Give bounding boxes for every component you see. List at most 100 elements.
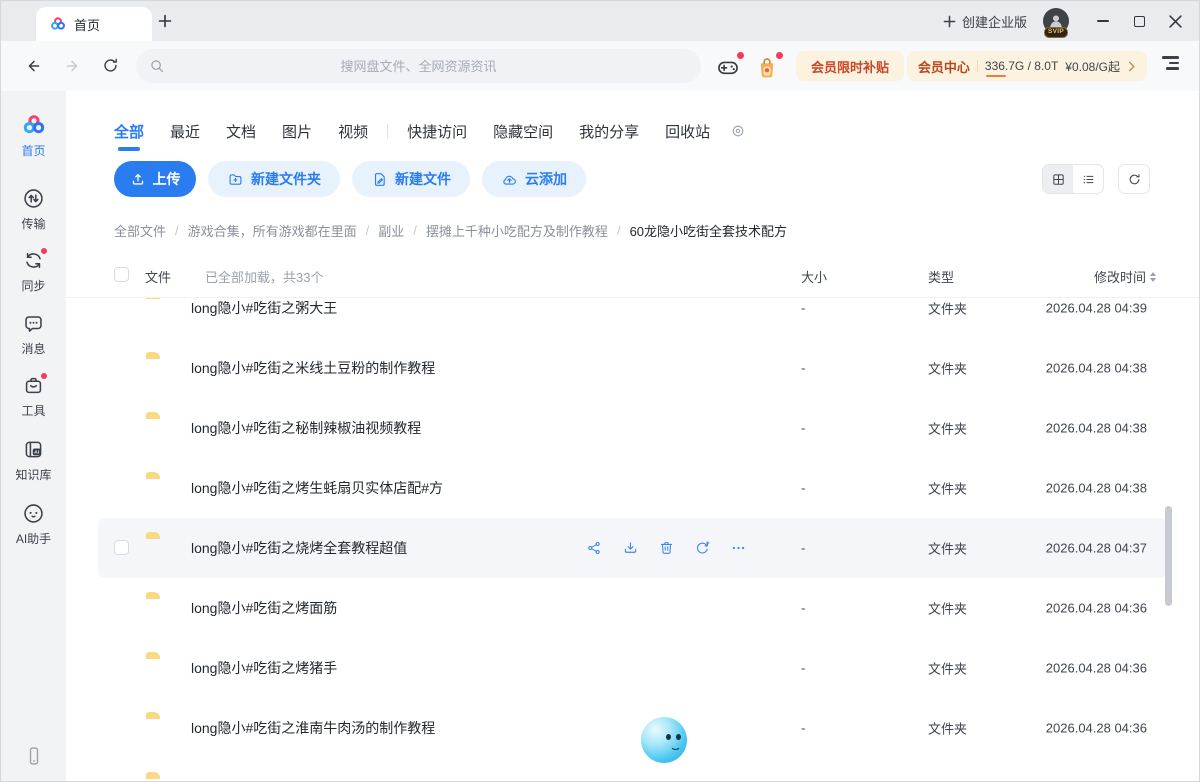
sidebar-item-label: 工具 xyxy=(21,402,45,419)
knowledge-base-icon: AI xyxy=(22,438,45,461)
download-icon[interactable] xyxy=(622,540,639,557)
more-icon[interactable] xyxy=(730,540,747,557)
gift-bag-icon[interactable] xyxy=(754,54,780,80)
file-type: 文件夹 xyxy=(928,299,967,318)
menu-icon[interactable] xyxy=(1162,56,1179,70)
cloud-add-icon xyxy=(501,171,518,188)
breadcrumb-item[interactable]: 60龙隐小吃街全套技术配方 xyxy=(630,221,787,240)
reload-icon[interactable] xyxy=(101,56,120,75)
category-tab[interactable]: 回收站 xyxy=(665,121,710,142)
main-content: 全部 最近 文档 图片 视频 快捷访问 隐藏空间 我的分享 回收站 上传 xyxy=(66,91,1199,781)
select-all-checkbox[interactable] xyxy=(114,267,129,282)
tab-home[interactable]: 首页 xyxy=(36,7,152,41)
upload-button[interactable]: 上传 xyxy=(114,161,196,197)
new-folder-button[interactable]: 新建文件夹 xyxy=(208,161,340,197)
category-tab[interactable]: 最近 xyxy=(170,121,200,142)
ai-mascot-button[interactable] xyxy=(599,707,729,782)
sidebar: 首页 传输 同步 xyxy=(1,91,66,781)
category-tab[interactable]: 全部 xyxy=(114,121,144,142)
file-modified: 2026.04.28 04:38 xyxy=(1046,421,1147,436)
sidebar-item-label: 消息 xyxy=(21,340,45,357)
breadcrumb-item[interactable]: 摆摊上千种小吃配方及制作教程 xyxy=(426,221,608,240)
resave-icon[interactable] xyxy=(694,540,711,557)
file-name[interactable]: long隐小#吃街之米线土豆粉的制作教程 xyxy=(191,358,435,378)
search-bar[interactable] xyxy=(136,49,701,83)
app-logo-icon xyxy=(50,16,66,32)
column-file[interactable]: 文件 xyxy=(145,267,171,286)
category-tab[interactable]: 图片 xyxy=(282,121,312,142)
action-buttons: 上传 新建文件夹 新建文件 xyxy=(114,161,586,197)
file-name[interactable]: long隐小#吃街之烤面筋 xyxy=(191,598,337,618)
upload-label: 上传 xyxy=(153,169,181,189)
grid-view-button[interactable] xyxy=(1043,165,1073,193)
avatar[interactable]: SVIP xyxy=(1043,8,1069,34)
new-tab-button[interactable] xyxy=(156,12,174,30)
file-name[interactable]: long隐小#吃街之粥大王 xyxy=(191,298,337,318)
forward-icon[interactable] xyxy=(62,56,82,76)
minimize-button[interactable] xyxy=(1085,1,1121,41)
file-type: 文件夹 xyxy=(928,599,967,618)
sidebar-item-ai-assistant[interactable]: AI助手 xyxy=(1,502,66,547)
maximize-button[interactable] xyxy=(1121,1,1157,41)
column-type[interactable]: 类型 xyxy=(928,267,954,286)
column-modified[interactable]: 修改时间 xyxy=(1094,267,1156,286)
titlebar: 首页 创建企业版 SVIP xyxy=(1,1,1199,41)
browser-bar: 会员限时补贴 会员中心 336.7G / 8.0T ¥0.08/G起 xyxy=(1,41,1199,91)
sidebar-item-knowledge-base[interactable]: AI 知识库 xyxy=(1,438,66,483)
new-file-icon xyxy=(371,171,388,188)
file-name[interactable]: long隐小#吃街之淮南牛肉汤的制作教程 xyxy=(191,718,435,738)
file-name[interactable]: long隐小#吃街之烤猪手 xyxy=(191,658,337,678)
table-row[interactable]: long隐小#吃街之烤面筋 xyxy=(66,578,1199,638)
create-enterprise-button[interactable]: 创建企业版 xyxy=(943,12,1027,31)
table-row[interactable]: long隐小#吃街之烤生蚝扇贝实体店配#方 xyxy=(66,458,1199,518)
tab-settings-icon[interactable] xyxy=(730,123,746,139)
category-tab[interactable]: 视频 xyxy=(338,121,368,142)
sidebar-item-home[interactable]: 首页 xyxy=(1,113,66,159)
new-file-button[interactable]: 新建文件 xyxy=(352,161,470,197)
sidebar-item-transfer[interactable]: 传输 xyxy=(1,187,66,232)
file-name[interactable]: long隐小#吃街之烤生蚝扇贝实体店配#方 xyxy=(191,478,443,498)
tab-divider xyxy=(387,124,388,139)
category-tab[interactable]: 隐藏空间 xyxy=(493,121,553,142)
search-input[interactable] xyxy=(136,49,701,83)
file-name[interactable]: long隐小#吃街之秘制辣椒油视频教程 xyxy=(191,418,421,438)
ai-assistant-icon xyxy=(22,502,45,525)
table-row[interactable]: long隐小#吃街之米线土豆粉的制作教程 xyxy=(66,338,1199,398)
game-icon[interactable] xyxy=(715,54,741,80)
category-tab[interactable]: 快捷访问 xyxy=(407,121,467,142)
mobile-phone-icon[interactable] xyxy=(1,745,66,767)
back-icon[interactable] xyxy=(24,56,44,76)
file-modified: 2026.04.28 04:36 xyxy=(1046,661,1147,676)
delete-icon[interactable] xyxy=(658,540,675,557)
share-icon[interactable] xyxy=(586,540,603,557)
category-tab[interactable]: 文档 xyxy=(226,121,256,142)
file-size: - xyxy=(801,661,805,676)
table-row[interactable]: long隐小#吃街之粥大王 xyxy=(66,298,1199,338)
category-tab[interactable]: 我的分享 xyxy=(579,121,639,142)
new-file-label: 新建文件 xyxy=(395,169,451,189)
sidebar-item-messages[interactable]: 消息 xyxy=(1,312,66,357)
breadcrumb-separator: / xyxy=(175,223,179,238)
breadcrumb-item[interactable]: 游戏合集，所有游戏都在里面 xyxy=(188,221,357,240)
file-name[interactable]: long隐小#吃街之烧烤全套教程超值 xyxy=(191,538,407,558)
row-checkbox[interactable] xyxy=(114,540,129,555)
sidebar-item-tools[interactable]: 工具 xyxy=(1,374,66,419)
scrollbar-thumb[interactable] xyxy=(1165,506,1172,606)
refresh-button[interactable] xyxy=(1118,164,1150,194)
member-center-button[interactable]: 会员中心 336.7G / 8.0T ¥0.08/G起 xyxy=(907,51,1147,81)
close-button[interactable] xyxy=(1157,1,1193,41)
table-row[interactable]: long隐小#吃街之烧烤全套教程超值 xyxy=(66,518,1199,578)
table-row[interactable]: long隐小#吃街之烤猪手 xyxy=(66,638,1199,698)
sync-icon xyxy=(22,249,45,272)
breadcrumb-item[interactable]: 全部文件 xyxy=(114,221,166,240)
price-text: ¥0.08/G起 xyxy=(1065,58,1120,75)
notification-dot xyxy=(736,51,745,60)
new-folder-label: 新建文件夹 xyxy=(251,169,321,189)
cloud-add-button[interactable]: 云添加 xyxy=(482,161,586,197)
table-row[interactable]: long隐小#吃街之秘制辣椒油视频教程 xyxy=(66,398,1199,458)
member-subsidy-button[interactable]: 会员限时补贴 xyxy=(796,51,904,81)
sidebar-item-sync[interactable]: 同步 xyxy=(1,249,66,294)
column-size[interactable]: 大小 xyxy=(801,267,827,286)
breadcrumb-item[interactable]: 副业 xyxy=(378,221,404,240)
list-view-button[interactable] xyxy=(1073,165,1103,193)
